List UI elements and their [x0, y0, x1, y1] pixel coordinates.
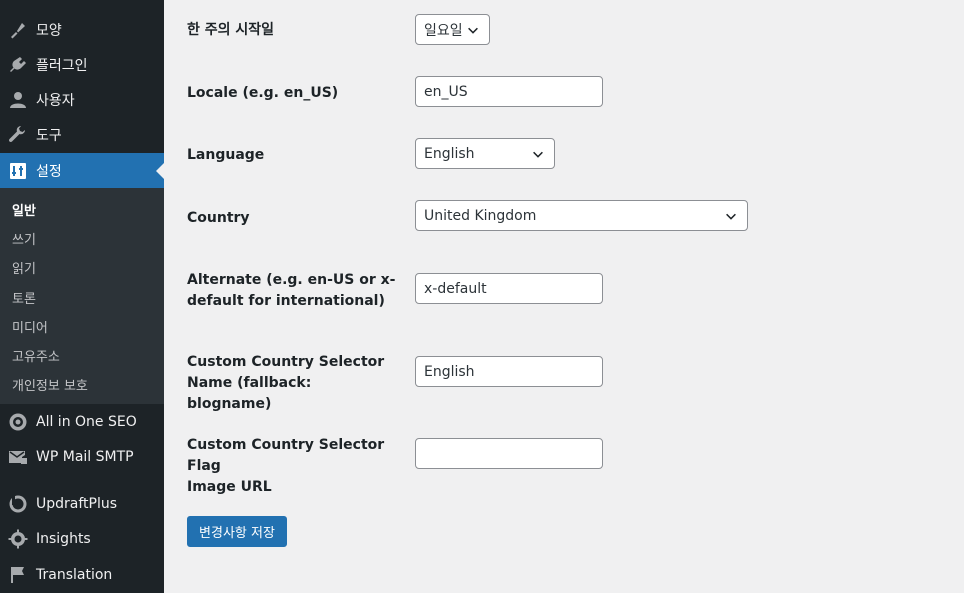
selector-name-label-line2: Name (fallback: blogname) [187, 375, 312, 412]
alternate-label: Alternate (e.g. en-US or x- default for … [187, 270, 397, 312]
language-select[interactable]: English [415, 138, 555, 169]
updraft-icon [0, 494, 36, 514]
menu-insights[interactable]: Insights [0, 521, 164, 556]
menu-plugins-label: 플러그인 [36, 57, 88, 74]
submenu-privacy[interactable]: 개인정보 보호 [12, 375, 88, 394]
paintbrush-icon [0, 20, 36, 40]
save-changes-button[interactable]: 변경사항 저장 [187, 516, 287, 547]
menu-wpmail[interactable]: WP Mail SMTP [0, 439, 164, 474]
language-label: Language [187, 147, 265, 163]
locale-label: Locale (e.g. en_US) [187, 85, 339, 101]
menu-users-label: 사용자 [36, 92, 75, 109]
alternate-input[interactable] [415, 273, 603, 304]
submenu-permalinks[interactable]: 고유주소 [12, 346, 60, 365]
flag-url-label-line1: Custom Country Selector Flag [187, 437, 385, 474]
alternate-label-line1: Alternate (e.g. en-US or x- [187, 272, 396, 288]
submenu-reading[interactable]: 읽기 [12, 258, 36, 277]
selector-name-input[interactable] [415, 356, 603, 387]
country-select[interactable]: United Kingdom [415, 200, 748, 231]
flag-icon [0, 565, 36, 585]
submenu-discussion[interactable]: 토론 [12, 288, 36, 307]
menu-tools[interactable]: 도구 [0, 117, 164, 152]
menu-aioseo-label: All in One SEO [36, 413, 137, 430]
locale-input[interactable] [415, 76, 603, 107]
country-label: Country [187, 210, 250, 226]
chevron-down-icon [465, 22, 481, 38]
wrench-icon [0, 125, 36, 145]
menu-users[interactable]: 사용자 [0, 82, 164, 117]
user-icon [0, 90, 36, 110]
settings-sliders-icon [0, 161, 36, 181]
menu-updraft-label: UpdraftPlus [36, 495, 118, 512]
menu-tools-label: 도구 [36, 127, 62, 144]
envelope-icon [0, 447, 36, 467]
menu-translation[interactable]: Translation [0, 557, 164, 592]
menu-insights-label: Insights [36, 530, 91, 547]
plug-icon [0, 55, 36, 75]
aioseo-gear-icon [0, 412, 36, 432]
menu-appearance[interactable]: 모양 [0, 12, 164, 47]
settings-submenu: 일반 쓰기 읽기 토론 미디어 고유주소 개인정보 보호 [0, 188, 164, 404]
submenu-general[interactable]: 일반 [12, 200, 36, 219]
menu-plugins[interactable]: 플러그인 [0, 47, 164, 82]
chevron-down-icon [530, 146, 546, 162]
country-value: United Kingdom [424, 207, 537, 224]
admin-sidebar: 모양 플러그인 사용자 도구 설정 일반 쓰기 읽기 토론 미디어 고유주소 개… [0, 0, 164, 593]
alternate-label-line2: default for international) [187, 293, 385, 309]
chevron-down-icon [723, 208, 739, 224]
menu-updraft[interactable]: UpdraftPlus [0, 486, 164, 521]
week-start-label: 한 주의 시작일 [187, 22, 275, 38]
submenu-writing[interactable]: 쓰기 [12, 229, 36, 248]
week-start-value: 일요일 [424, 22, 463, 39]
insights-gear-icon [0, 529, 36, 549]
menu-translation-label: Translation [36, 566, 113, 583]
menu-settings[interactable]: 설정 [0, 153, 164, 188]
language-value: English [424, 145, 475, 162]
flag-url-input[interactable] [415, 438, 603, 469]
menu-settings-label: 설정 [36, 163, 62, 180]
menu-appearance-label: 모양 [36, 22, 62, 39]
submenu-media[interactable]: 미디어 [12, 317, 48, 336]
selector-name-label: Custom Country Selector Name (fallback: … [187, 352, 397, 415]
menu-aioseo[interactable]: All in One SEO [0, 404, 164, 439]
flag-url-label-line2: Image URL [187, 479, 272, 495]
week-start-select[interactable]: 일요일 [415, 14, 490, 45]
flag-url-label: Custom Country Selector Flag Image URL [187, 435, 397, 498]
menu-wpmail-label: WP Mail SMTP [36, 448, 134, 465]
selector-name-label-line1: Custom Country Selector [187, 354, 385, 370]
